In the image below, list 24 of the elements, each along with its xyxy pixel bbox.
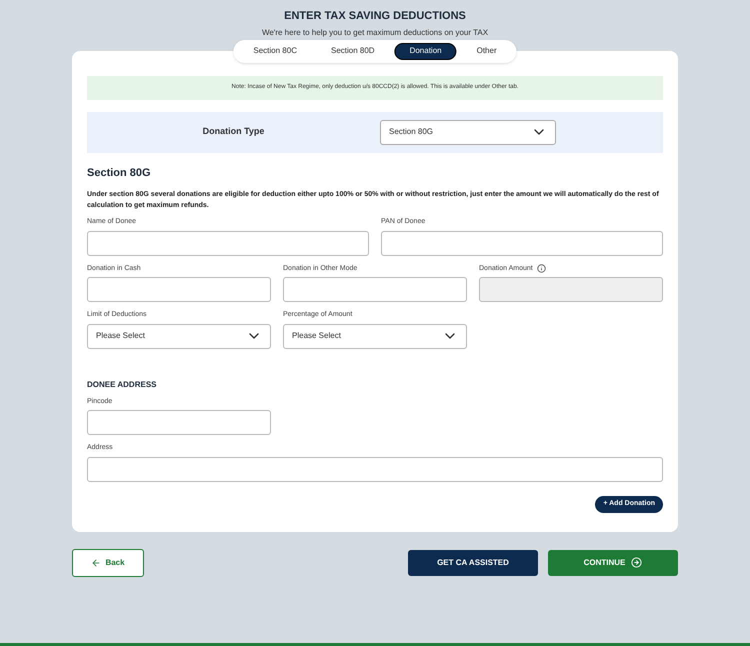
select-field[interactable]: Please Select: [283, 324, 467, 348]
input-field[interactable]: [283, 277, 467, 302]
tab[interactable]: Other: [462, 42, 511, 60]
back-button[interactable]: Back: [72, 548, 144, 576]
tab[interactable]: Section 80C: [239, 42, 311, 60]
select-field[interactable]: Please Select: [87, 324, 271, 348]
donation-type-label: Donation Type: [202, 125, 266, 138]
input-field[interactable]: [87, 230, 369, 256]
continue-button[interactable]: CONTINUE: [548, 550, 678, 576]
section-heading: Section 80G: [87, 166, 152, 180]
page-subtitle: We're here to help you to get maximum deductions on your TAX: [262, 26, 488, 38]
tab[interactable]: Donation: [394, 42, 457, 60]
tab[interactable]: Section 80D: [316, 42, 389, 60]
arrow-left-icon: [91, 558, 102, 568]
select-field[interactable]: Section 80G: [380, 120, 556, 144]
input-field[interactable]: [87, 277, 271, 302]
arrow-right-circle-icon: [631, 557, 642, 568]
input-field[interactable]: [381, 230, 663, 256]
page-title: ENTER TAX SAVING DEDUCTIONS: [284, 9, 466, 24]
input-field[interactable]: [87, 456, 663, 482]
info-icon: [536, 264, 546, 274]
input-field[interactable]: [87, 410, 271, 435]
address-heading: DONEE ADDRESS: [87, 378, 158, 390]
ca-assisted-button[interactable]: GET CA ASSISTED: [408, 550, 538, 576]
